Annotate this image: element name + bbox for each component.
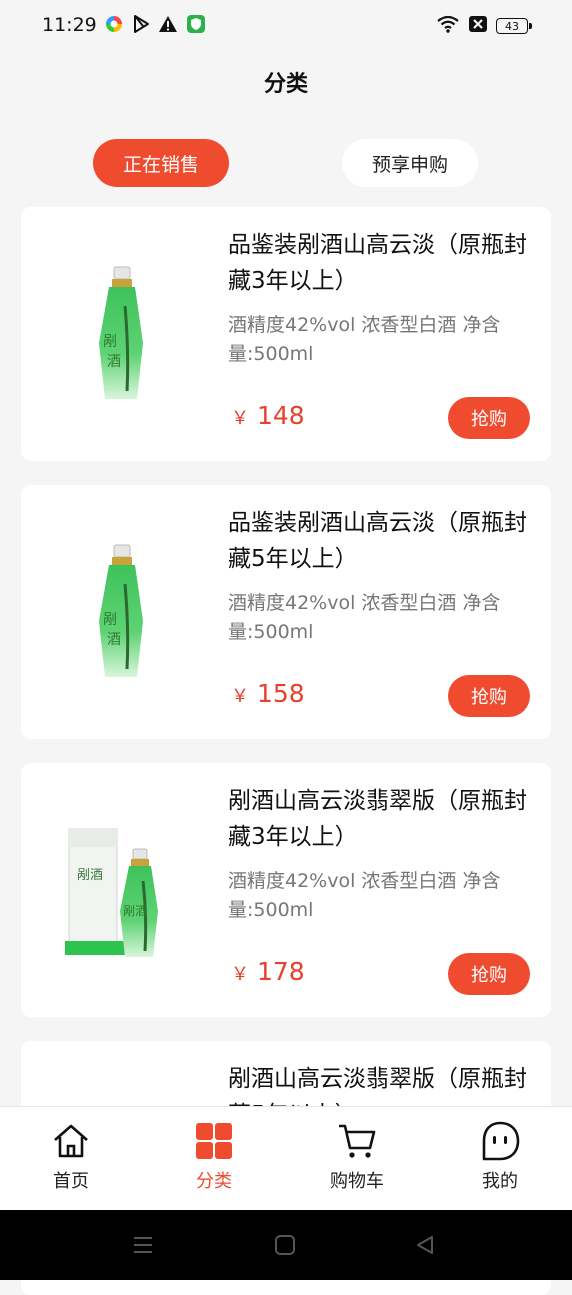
price-value: 178 (257, 957, 305, 986)
system-nav-bar (0, 1210, 572, 1280)
svg-text:剐: 剐 (103, 334, 117, 350)
product-card[interactable]: 剐 酒 品鉴装剐酒山高云淡（原瓶封藏5年以上） 酒精度42%vol 浓香型白酒 … (21, 485, 551, 739)
product-card[interactable]: 剐酒 剐酒 剐酒山高云淡翡翠版（原瓶封藏3年以上） 酒精度42%vol 浓香型白… (21, 763, 551, 1017)
menu-icon[interactable] (130, 1232, 156, 1258)
nav-label-profile: 我的 (482, 1171, 518, 1192)
battery-level: 43 (496, 18, 528, 34)
currency-symbol: ￥ (231, 686, 249, 707)
tab-on-sale[interactable]: 正在销售 (93, 139, 229, 187)
status-bar: 11:29 43 (0, 0, 572, 50)
status-icons-left (104, 14, 206, 38)
buy-button[interactable]: 抢购 (448, 953, 530, 995)
price-value: 158 (257, 679, 305, 708)
back-triangle-icon[interactable] (412, 1232, 438, 1258)
nav-item-profile[interactable]: 我的 (450, 1121, 550, 1201)
status-time: 11:29 (42, 14, 97, 36)
wifi-icon (436, 14, 460, 38)
product-image: 剐酒 剐酒 (65, 828, 158, 957)
product-title[interactable]: 剐酒山高云淡翡翠版（原瓶封藏3年以上） (228, 783, 528, 855)
price-value: 148 (257, 401, 305, 430)
category-grid-icon (194, 1121, 234, 1161)
buy-button[interactable]: 抢购 (448, 397, 530, 439)
nav-label-cart: 购物车 (330, 1171, 384, 1192)
shield-icon (186, 14, 206, 38)
x-box-icon (468, 15, 488, 37)
battery-icon: 43 (496, 18, 532, 34)
svg-text:剐酒: 剐酒 (77, 867, 103, 882)
currency-symbol: ￥ (231, 964, 249, 985)
profile-face-icon (480, 1121, 520, 1161)
nav-item-category[interactable]: 分类 (164, 1121, 264, 1201)
cart-icon (337, 1121, 377, 1161)
warning-icon (158, 15, 178, 37)
product-title[interactable]: 品鉴装剐酒山高云淡（原瓶封藏5年以上） (228, 505, 528, 577)
product-price: ￥ 148 (231, 401, 305, 430)
bottom-nav: 首页 分类 购物车 我的 (0, 1106, 572, 1211)
play-icon (132, 14, 150, 38)
page-title: 分类 (263, 72, 308, 97)
nav-item-cart[interactable]: 购物车 (307, 1121, 407, 1201)
svg-text:剐: 剐 (103, 612, 117, 628)
battery-tip (529, 23, 532, 29)
currency-symbol: ￥ (231, 408, 249, 429)
tab-pre-order[interactable]: 预享申购 (342, 139, 478, 187)
product-desc: 酒精度42%vol 浓香型白酒 净含量:500ml (228, 314, 501, 365)
svg-text:酒: 酒 (107, 354, 121, 370)
nav-label-home: 首页 (53, 1171, 89, 1192)
product-image: 剐 酒 (99, 266, 143, 399)
status-icons-right: 43 (436, 14, 532, 38)
nav-label-category: 分类 (196, 1171, 232, 1192)
product-desc: 酒精度42%vol 浓香型白酒 净含量:500ml (228, 592, 501, 643)
product-title[interactable]: 品鉴装剐酒山高云淡（原瓶封藏3年以上） (228, 227, 528, 299)
svg-text:剐酒: 剐酒 (123, 904, 147, 918)
product-card[interactable]: 剐 酒 品鉴装剐酒山高云淡（原瓶封藏3年以上） 酒精度42%vol 浓香型白酒 … (21, 207, 551, 461)
buy-button[interactable]: 抢购 (448, 675, 530, 717)
home-icon (51, 1121, 91, 1161)
home-square-icon[interactable] (272, 1232, 298, 1258)
product-desc: 酒精度42%vol 浓香型白酒 净含量:500ml (228, 870, 501, 921)
svg-text:酒: 酒 (107, 632, 121, 648)
colorful-app-icon (104, 14, 124, 38)
product-image: 剐 酒 (99, 544, 143, 677)
nav-item-home[interactable]: 首页 (21, 1121, 121, 1201)
product-price: ￥ 178 (231, 957, 305, 986)
product-price: ￥ 158 (231, 679, 305, 708)
